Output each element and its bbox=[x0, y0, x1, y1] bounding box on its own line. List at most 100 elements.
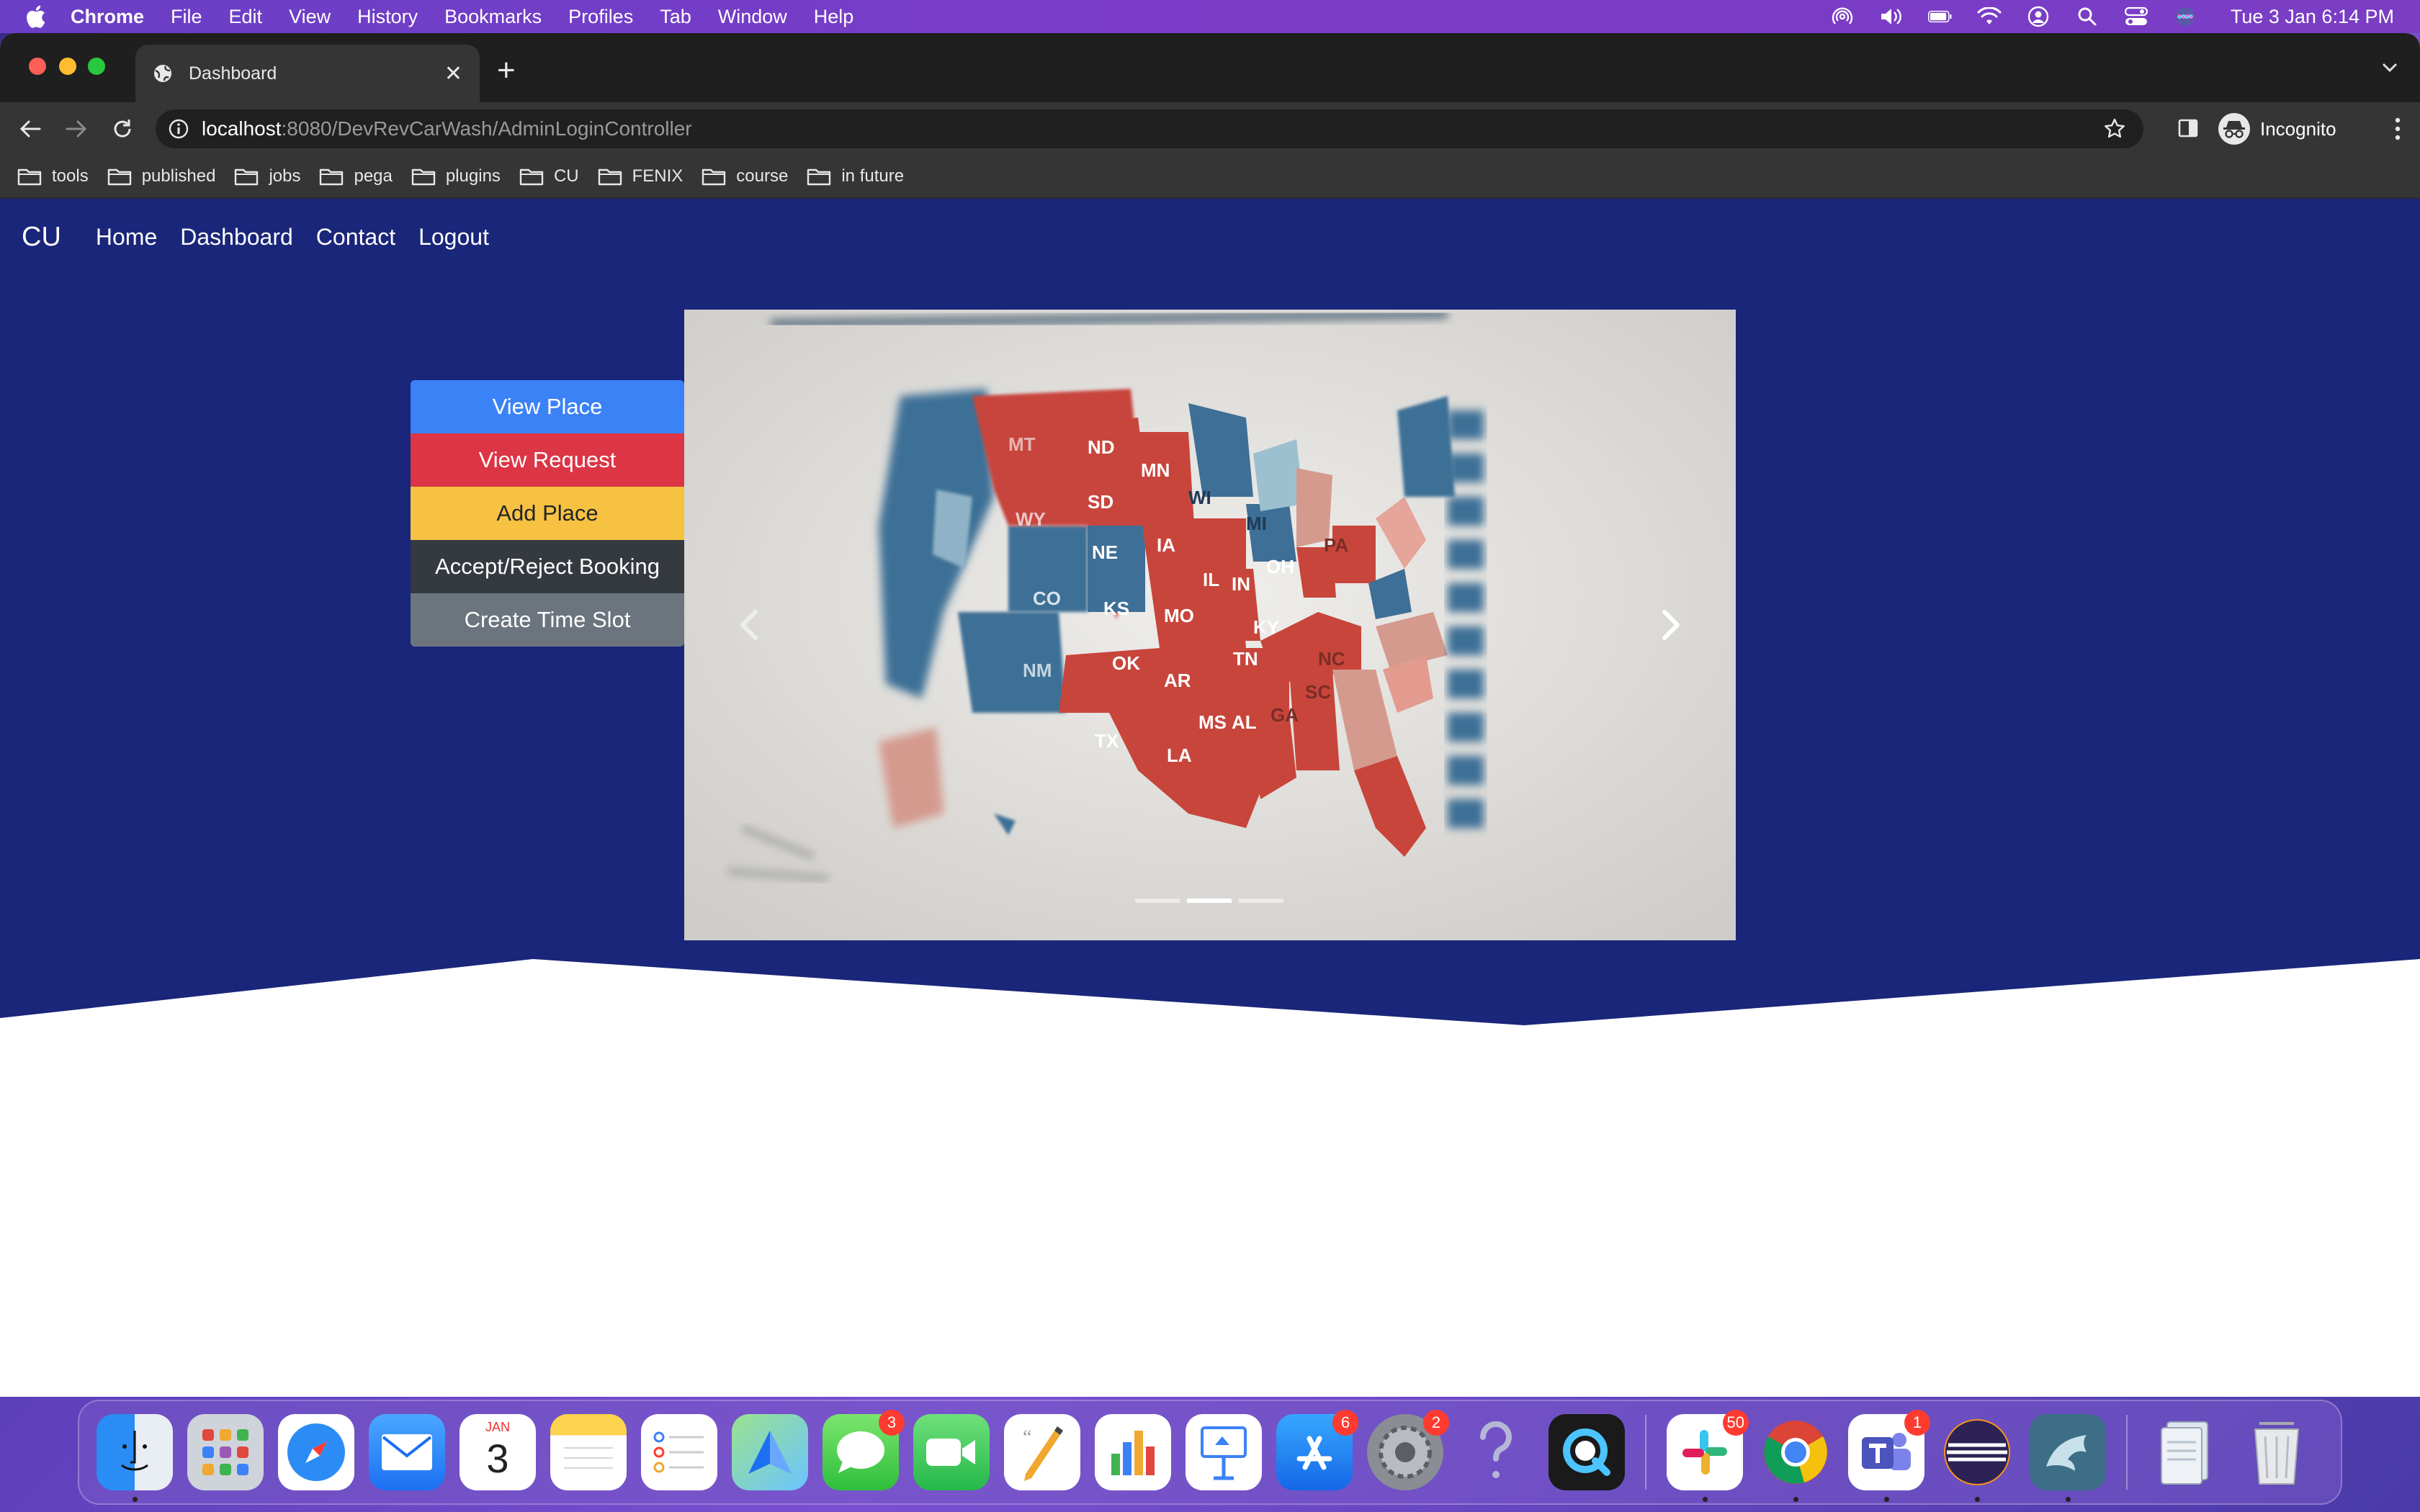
bookmark-star-icon[interactable] bbox=[2103, 117, 2126, 140]
trash-icon[interactable] bbox=[2238, 1414, 2315, 1490]
chrome-menu-icon[interactable] bbox=[2394, 117, 2401, 141]
map-label: LA bbox=[1167, 744, 1192, 766]
bookmark-folder-cu[interactable]: CU bbox=[519, 166, 579, 186]
bookmark-folder-pega[interactable]: pega bbox=[319, 166, 393, 186]
nav-contact[interactable]: Contact bbox=[316, 224, 395, 251]
help-icon[interactable] bbox=[1458, 1414, 1534, 1490]
reminders-icon[interactable] bbox=[641, 1414, 717, 1490]
site-brand[interactable]: CU bbox=[22, 222, 61, 253]
view-place-button[interactable]: View Place bbox=[411, 380, 684, 433]
menu-view[interactable]: View bbox=[289, 6, 331, 28]
facetime-icon[interactable] bbox=[913, 1414, 990, 1490]
bookmark-folder-plugins[interactable]: plugins bbox=[411, 166, 501, 186]
bookmark-label: course bbox=[736, 166, 789, 186]
carousel-indicator-3[interactable] bbox=[1239, 899, 1283, 903]
map-label: NC bbox=[1318, 648, 1345, 670]
close-tab-icon[interactable]: ✕ bbox=[444, 61, 462, 86]
side-panel-icon[interactable] bbox=[2178, 118, 2198, 138]
slack-icon[interactable]: 50 bbox=[1667, 1410, 1749, 1502]
bookmark-folder-tools[interactable]: tools bbox=[17, 166, 89, 186]
app-store-icon[interactable]: 6 bbox=[1276, 1410, 1358, 1490]
bookmark-folder-fenix[interactable]: FENIX bbox=[598, 166, 683, 186]
quicktime-icon[interactable] bbox=[1549, 1414, 1625, 1490]
eclipse-icon[interactable] bbox=[1939, 1414, 2015, 1502]
messages-icon[interactable]: 3 bbox=[823, 1410, 905, 1490]
nav-home[interactable]: Home bbox=[96, 224, 157, 251]
mysql-workbench-icon[interactable] bbox=[2030, 1414, 2106, 1502]
menu-help[interactable]: Help bbox=[814, 6, 854, 28]
browser-tab-active[interactable]: Dashboard ✕ bbox=[135, 45, 480, 102]
mail-icon[interactable] bbox=[369, 1414, 445, 1490]
map-label: PA bbox=[1324, 534, 1348, 556]
incognito-profile-button[interactable]: Incognito bbox=[2218, 109, 2360, 148]
incognito-icon bbox=[2218, 113, 2250, 145]
battery-icon[interactable] bbox=[1927, 6, 1953, 27]
numbers-icon[interactable] bbox=[1095, 1414, 1171, 1490]
chrome-icon[interactable] bbox=[1757, 1414, 1834, 1502]
forward-arrow-icon[interactable] bbox=[60, 113, 92, 145]
menu-window[interactable]: Window bbox=[718, 6, 787, 28]
add-place-button[interactable]: Add Place bbox=[411, 487, 684, 540]
siri-icon[interactable] bbox=[2173, 6, 2197, 27]
folder-icon bbox=[598, 168, 622, 186]
bookmark-folder-in-future[interactable]: in future bbox=[807, 166, 904, 186]
spotlight-search-icon[interactable] bbox=[2075, 6, 2099, 27]
keynote-icon[interactable] bbox=[1186, 1414, 1262, 1490]
menu-tab[interactable]: Tab bbox=[660, 6, 691, 28]
menu-edit[interactable]: Edit bbox=[229, 6, 263, 28]
bookmark-folder-course[interactable]: course bbox=[702, 166, 788, 186]
apple-menu-icon[interactable] bbox=[24, 4, 49, 29]
reload-icon[interactable] bbox=[107, 113, 138, 145]
browser-toolbar: localhost:8080/DevRevCarWash/AdminLoginC… bbox=[0, 102, 2420, 156]
map-label: WI bbox=[1188, 487, 1211, 508]
fullscreen-window-button[interactable] bbox=[88, 58, 105, 75]
bookmark-label: pega bbox=[354, 166, 393, 186]
carousel-indicator-2[interactable] bbox=[1187, 899, 1232, 903]
view-request-button[interactable]: View Request bbox=[411, 433, 684, 487]
menu-profiles[interactable]: Profiles bbox=[568, 6, 633, 28]
dock-separator bbox=[1645, 1415, 1646, 1490]
menu-file[interactable]: File bbox=[171, 6, 202, 28]
map-label: KY bbox=[1253, 616, 1279, 638]
menu-app-name[interactable]: Chrome bbox=[71, 6, 144, 28]
bookmark-folder-published[interactable]: published bbox=[107, 166, 215, 186]
menu-history[interactable]: History bbox=[357, 6, 418, 28]
create-time-slot-button[interactable]: Create Time Slot bbox=[411, 593, 684, 647]
folder-icon bbox=[235, 168, 259, 186]
finder-icon[interactable] bbox=[97, 1414, 173, 1502]
safari-icon[interactable] bbox=[278, 1414, 354, 1490]
address-bar[interactable]: localhost:8080/DevRevCarWash/AdminLoginC… bbox=[156, 109, 2143, 148]
back-arrow-icon[interactable] bbox=[14, 113, 46, 145]
teams-icon[interactable]: 1 bbox=[1848, 1410, 1930, 1502]
menubar-clock[interactable]: Tue 3 Jan 6:14 PM bbox=[2231, 6, 2394, 28]
bookmark-label: tools bbox=[52, 166, 89, 186]
user-account-icon[interactable] bbox=[2026, 6, 2051, 27]
notes-icon[interactable] bbox=[550, 1414, 627, 1490]
carousel-next-icon[interactable] bbox=[1649, 596, 1693, 654]
new-tab-icon[interactable]: + bbox=[497, 55, 516, 86]
documents-folder-icon[interactable] bbox=[2148, 1414, 2224, 1490]
carousel-prev-icon[interactable] bbox=[727, 596, 771, 654]
map-label: GA bbox=[1270, 704, 1299, 726]
wifi-icon[interactable] bbox=[1977, 6, 2002, 27]
nav-dashboard[interactable]: Dashboard bbox=[180, 224, 293, 251]
control-center-icon[interactable] bbox=[2124, 6, 2148, 27]
map-label: KS bbox=[1103, 598, 1129, 619]
system-preferences-icon[interactable]: 2 bbox=[1367, 1410, 1449, 1490]
nav-logout[interactable]: Logout bbox=[418, 224, 489, 251]
close-window-button[interactable] bbox=[29, 58, 46, 75]
tab-search-chevron-icon[interactable] bbox=[2381, 62, 2398, 73]
minimize-window-button[interactable] bbox=[59, 58, 76, 75]
pages-icon[interactable]: “ bbox=[1004, 1414, 1080, 1490]
volume-icon[interactable] bbox=[1879, 6, 1904, 27]
site-info-icon[interactable] bbox=[169, 119, 189, 139]
carousel-indicator-1[interactable] bbox=[1135, 899, 1180, 903]
calendar-icon[interactable]: JAN 3 bbox=[460, 1414, 536, 1490]
bookmark-folder-jobs[interactable]: jobs bbox=[234, 166, 300, 186]
maps-icon[interactable] bbox=[732, 1414, 808, 1490]
menu-bookmarks[interactable]: Bookmarks bbox=[444, 6, 542, 28]
accept-reject-booking-button[interactable]: Accept/Reject Booking bbox=[411, 540, 684, 593]
map-label: OK bbox=[1112, 652, 1140, 674]
launchpad-icon[interactable] bbox=[187, 1414, 264, 1490]
airdrop-icon[interactable] bbox=[1830, 6, 1855, 27]
